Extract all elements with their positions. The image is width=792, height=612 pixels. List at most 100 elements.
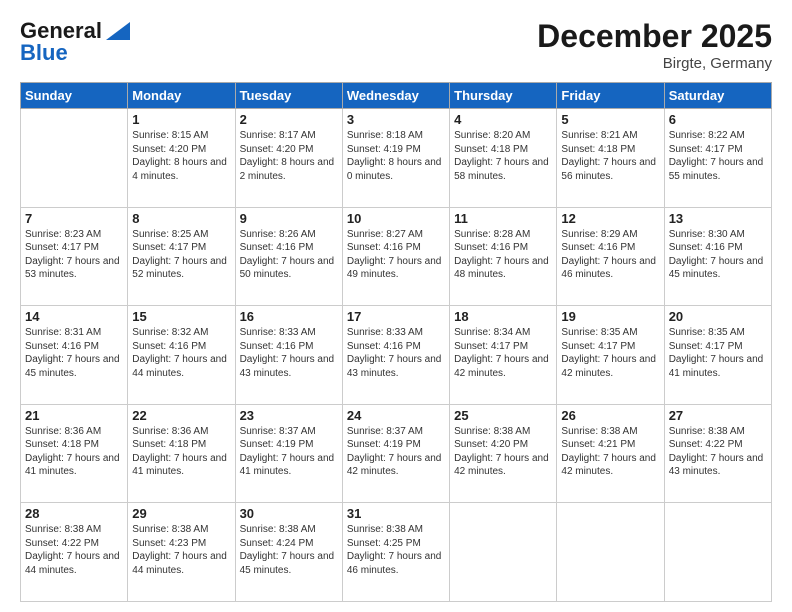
day-info: Sunrise: 8:35 AMSunset: 4:17 PMDaylight:… xyxy=(561,326,659,380)
table-cell: 11Sunrise: 8:28 AMSunset: 4:16 PMDayligh… xyxy=(450,207,557,306)
table-cell: 3 Sunrise: 8:18 AMSunset: 4:19 PMDaylight… xyxy=(342,109,449,208)
table-cell: 4 Sunrise: 8:20 AMSunset: 4:18 PMDaylight… xyxy=(450,109,557,208)
table-cell: 2Sunrise: 8:17 AMSunset: 4:20 PMDaylight… xyxy=(235,109,342,208)
table-cell: 22Sunrise: 8:36 AMSunset: 4:18 PMDayligh… xyxy=(128,404,235,503)
table-cell xyxy=(21,109,128,208)
day-info: Sunrise: 8:21 AMSunset: 4:18 PMDaylight:… xyxy=(561,129,659,183)
day-info: Sunrise: 8:38 AMSunset: 4:21 PMDaylight:… xyxy=(561,425,659,479)
day-number: 9 xyxy=(240,211,338,226)
day-info: Sunrise: 8:38 AMSunset: 4:23 PMDaylight:… xyxy=(132,523,230,577)
day-info: Sunrise: 8:22 AMSunset: 4:17 PMDaylight:… xyxy=(669,129,767,183)
table-cell: 14Sunrise: 8:31 AMSunset: 4:16 PMDayligh… xyxy=(21,306,128,405)
table-cell xyxy=(557,503,664,602)
header-friday: Friday xyxy=(557,83,664,109)
day-info: Sunrise: 8:33 AMSunset: 4:16 PMDaylight:… xyxy=(347,326,445,380)
day-info: Sunrise: 8:26 AMSunset: 4:16 PMDaylight:… xyxy=(240,228,338,282)
table-cell: 15Sunrise: 8:32 AMSunset: 4:16 PMDayligh… xyxy=(128,306,235,405)
day-number: 1 xyxy=(132,112,230,127)
day-number: 25 xyxy=(454,408,552,423)
header-thursday: Thursday xyxy=(450,83,557,109)
day-number: 31 xyxy=(347,506,445,521)
day-number: 12 xyxy=(561,211,659,226)
table-cell: 21Sunrise: 8:36 AMSunset: 4:18 PMDayligh… xyxy=(21,404,128,503)
day-info: Sunrise: 8:20 AMSunset: 4:18 PMDaylight:… xyxy=(454,129,552,183)
day-number: 24 xyxy=(347,408,445,423)
table-cell xyxy=(450,503,557,602)
day-number: 21 xyxy=(25,408,123,423)
table-cell: 24Sunrise: 8:37 AMSunset: 4:19 PMDayligh… xyxy=(342,404,449,503)
table-cell: 17 Sunrise: 8:33 AMSunset: 4:16 PMDayligh… xyxy=(342,306,449,405)
header-saturday: Saturday xyxy=(664,83,771,109)
day-number: 14 xyxy=(25,309,123,324)
calendar-location: Birgte, Germany xyxy=(537,55,772,72)
table-cell: 1Sunrise: 8:15 AMSunset: 4:20 PMDaylight… xyxy=(128,109,235,208)
day-info: Sunrise: 8:18 AMSunset: 4:19 PMDaylight:… xyxy=(347,129,445,183)
table-cell: 19 Sunrise: 8:35 AMSunset: 4:17 PMDayligh… xyxy=(557,306,664,405)
table-cell: 12Sunrise: 8:29 AMSunset: 4:16 PMDayligh… xyxy=(557,207,664,306)
header-wednesday: Wednesday xyxy=(342,83,449,109)
week-row-1: 7Sunrise: 8:23 AMSunset: 4:17 PMDaylight… xyxy=(21,207,772,306)
day-number: 13 xyxy=(669,211,767,226)
table-cell: 18 Sunrise: 8:34 AMSunset: 4:17 PMDayligh… xyxy=(450,306,557,405)
day-info: Sunrise: 8:33 AMSunset: 4:16 PMDaylight:… xyxy=(240,326,338,380)
day-number: 28 xyxy=(25,506,123,521)
table-cell xyxy=(664,503,771,602)
day-number: 22 xyxy=(132,408,230,423)
logo: General Blue xyxy=(20,18,130,66)
day-number: 4 xyxy=(454,112,552,127)
table-cell: 13 Sunrise: 8:30 AMSunset: 4:16 PMDayligh… xyxy=(664,207,771,306)
day-number: 18 xyxy=(454,309,552,324)
table-cell: 7Sunrise: 8:23 AMSunset: 4:17 PMDaylight… xyxy=(21,207,128,306)
day-info: Sunrise: 8:34 AMSunset: 4:17 PMDaylight:… xyxy=(454,326,552,380)
day-info: Sunrise: 8:27 AMSunset: 4:16 PMDaylight:… xyxy=(347,228,445,282)
day-info: Sunrise: 8:37 AMSunset: 4:19 PMDaylight:… xyxy=(240,425,338,479)
title-block: December 2025 Birgte, Germany xyxy=(537,18,772,72)
day-number: 19 xyxy=(561,309,659,324)
day-number: 16 xyxy=(240,309,338,324)
day-info: Sunrise: 8:32 AMSunset: 4:16 PMDaylight:… xyxy=(132,326,230,380)
day-info: Sunrise: 8:38 AMSunset: 4:22 PMDaylight:… xyxy=(669,425,767,479)
table-cell: 30Sunrise: 8:38 AMSunset: 4:24 PMDayligh… xyxy=(235,503,342,602)
week-row-4: 28 Sunrise: 8:38 AMSunset: 4:22 PMDayligh… xyxy=(21,503,772,602)
day-number: 26 xyxy=(561,408,659,423)
logo-icon xyxy=(102,20,130,42)
day-info: Sunrise: 8:30 AMSunset: 4:16 PMDaylight:… xyxy=(669,228,767,282)
table-cell: 31 Sunrise: 8:38 AMSunset: 4:25 PMDayligh… xyxy=(342,503,449,602)
day-number: 29 xyxy=(132,506,230,521)
day-number: 30 xyxy=(240,506,338,521)
header-tuesday: Tuesday xyxy=(235,83,342,109)
page: General Blue December 2025 Birgte, Germa… xyxy=(0,0,792,612)
table-cell: 23 Sunrise: 8:37 AMSunset: 4:19 PMDayligh… xyxy=(235,404,342,503)
day-number: 11 xyxy=(454,211,552,226)
table-cell: 28 Sunrise: 8:38 AMSunset: 4:22 PMDayligh… xyxy=(21,503,128,602)
day-number: 20 xyxy=(669,309,767,324)
table-cell: 29 Sunrise: 8:38 AMSunset: 4:23 PMDayligh… xyxy=(128,503,235,602)
table-cell: 9 Sunrise: 8:26 AMSunset: 4:16 PMDaylight… xyxy=(235,207,342,306)
day-number: 6 xyxy=(669,112,767,127)
day-number: 17 xyxy=(347,309,445,324)
day-number: 27 xyxy=(669,408,767,423)
day-info: Sunrise: 8:38 AMSunset: 4:20 PMDaylight:… xyxy=(454,425,552,479)
calendar-title: December 2025 xyxy=(537,18,772,55)
day-info: Sunrise: 8:38 AMSunset: 4:22 PMDaylight:… xyxy=(25,523,123,577)
day-number: 3 xyxy=(347,112,445,127)
day-number: 23 xyxy=(240,408,338,423)
day-info: Sunrise: 8:17 AMSunset: 4:20 PMDaylight:… xyxy=(240,129,338,183)
table-cell: 26 Sunrise: 8:38 AMSunset: 4:21 PMDayligh… xyxy=(557,404,664,503)
calendar-table: Sunday Monday Tuesday Wednesday Thursday… xyxy=(20,82,772,602)
calendar-header-row: Sunday Monday Tuesday Wednesday Thursday… xyxy=(21,83,772,109)
day-number: 5 xyxy=(561,112,659,127)
logo-blue: Blue xyxy=(20,40,68,66)
header: General Blue December 2025 Birgte, Germa… xyxy=(20,18,772,72)
day-number: 8 xyxy=(132,211,230,226)
table-cell: 5 Sunrise: 8:21 AMSunset: 4:18 PMDaylight… xyxy=(557,109,664,208)
day-info: Sunrise: 8:25 AMSunset: 4:17 PMDaylight:… xyxy=(132,228,230,282)
day-info: Sunrise: 8:23 AMSunset: 4:17 PMDaylight:… xyxy=(25,228,123,282)
day-info: Sunrise: 8:35 AMSunset: 4:17 PMDaylight:… xyxy=(669,326,767,380)
week-row-0: 1Sunrise: 8:15 AMSunset: 4:20 PMDaylight… xyxy=(21,109,772,208)
table-cell: 16 Sunrise: 8:33 AMSunset: 4:16 PMDayligh… xyxy=(235,306,342,405)
table-cell: 6 Sunrise: 8:22 AMSunset: 4:17 PMDaylight… xyxy=(664,109,771,208)
week-row-2: 14Sunrise: 8:31 AMSunset: 4:16 PMDayligh… xyxy=(21,306,772,405)
table-cell: 20 Sunrise: 8:35 AMSunset: 4:17 PMDayligh… xyxy=(664,306,771,405)
day-info: Sunrise: 8:38 AMSunset: 4:25 PMDaylight:… xyxy=(347,523,445,577)
